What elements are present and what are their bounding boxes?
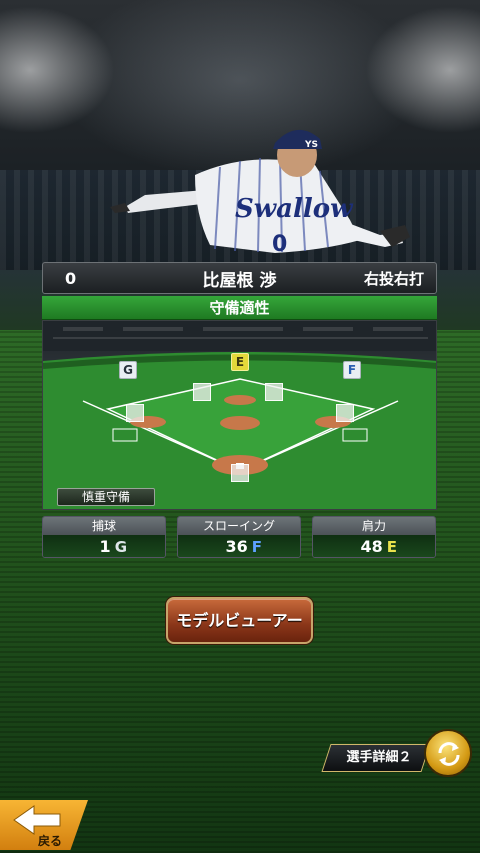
stat-arm-strength-number: 48	[360, 537, 383, 556]
defense-trait-tag: 慎重守備	[57, 488, 155, 506]
stat-throwing: スローイング 36 F	[177, 516, 301, 558]
stat-catching-value: 1G	[43, 535, 165, 557]
stat-catching-label: 捕球	[43, 517, 165, 535]
player-handedness: 右投右打	[363, 269, 424, 288]
cycle-button[interactable]	[424, 729, 472, 777]
third-base-marker	[126, 404, 144, 422]
second-base-marker	[265, 383, 283, 401]
svg-text:0: 0	[272, 232, 287, 257]
left-field-grade: G	[119, 361, 137, 379]
stat-arm-strength-value: 48 E	[313, 535, 435, 557]
player-image: Swallow 0 YS	[110, 129, 410, 257]
stat-catching-grade: G	[114, 538, 127, 556]
shortstop-marker	[193, 383, 211, 401]
defense-section-title: 守備適性	[42, 296, 437, 320]
model-viewer-button[interactable]: モデルビューアー	[166, 597, 313, 644]
stat-catching: 捕球 1G	[42, 516, 166, 558]
stat-throwing-grade: F	[251, 538, 262, 556]
stat-arm-strength-grade: E	[386, 538, 397, 556]
stat-arm-strength: 肩力 48 E	[312, 516, 436, 558]
player-detail-button[interactable]: 選手詳細２	[334, 744, 424, 772]
center-field-grade: E	[231, 353, 249, 371]
player-name-bar: 0 比屋根 渉 右投右打	[42, 262, 437, 294]
svg-text:YS: YS	[304, 140, 318, 150]
cycle-arrows-icon	[438, 742, 460, 766]
catcher-marker	[231, 464, 249, 482]
stat-arm-strength-label: 肩力	[313, 517, 435, 535]
stat-catching-number: 1	[99, 537, 111, 556]
stat-throwing-number: 36	[225, 537, 248, 556]
back-button-label[interactable]: 戻る	[38, 832, 62, 849]
first-base-marker	[336, 404, 354, 422]
right-field-grade: F	[343, 361, 361, 379]
defense-field-diagram: G E F 慎重守備	[42, 320, 437, 510]
svg-text:Swallow: Swallow	[235, 194, 354, 224]
stat-throwing-value: 36 F	[178, 535, 300, 557]
stat-throwing-label: スローイング	[178, 517, 300, 535]
